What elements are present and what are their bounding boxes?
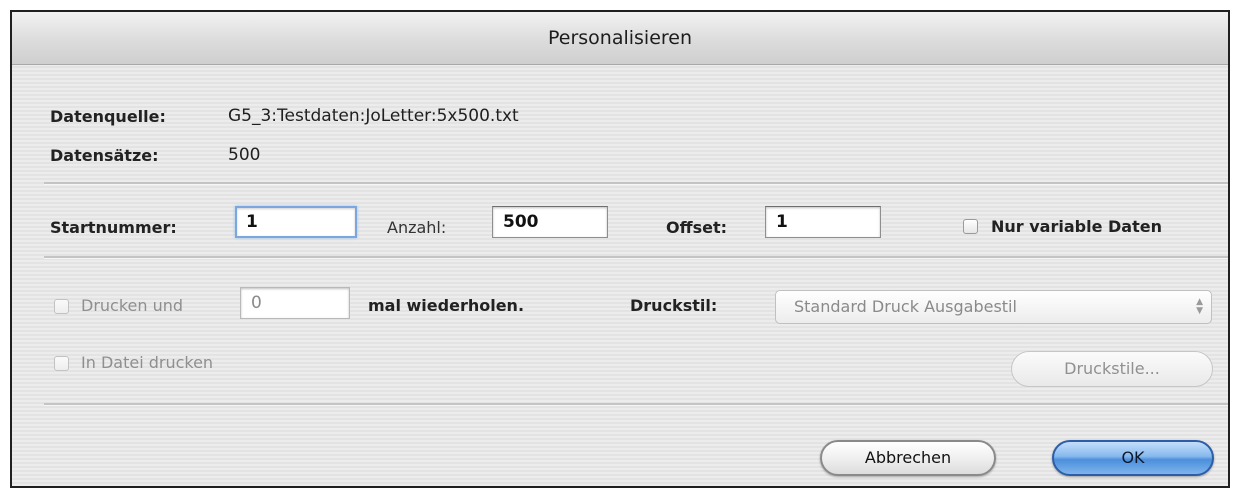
- startnummer-field[interactable]: 1: [235, 206, 357, 238]
- datensaetze-label: Datensätze:: [50, 146, 159, 165]
- nur-variable-label[interactable]: Nur variable Daten: [991, 217, 1162, 236]
- datenquelle-value: G5_3:Testdaten:JoLetter:5x500.txt: [228, 106, 519, 126]
- druckstil-label: Druckstil:: [630, 296, 718, 315]
- anzahl-field[interactable]: 500: [492, 206, 608, 238]
- ok-button[interactable]: OK: [1052, 440, 1214, 476]
- druckstil-selected: Standard Druck Ausgabestil: [794, 297, 1017, 316]
- wiederholen-label: mal wiederholen.: [368, 296, 525, 315]
- separator-bottom: [44, 403, 1228, 406]
- in-datei-label[interactable]: In Datei drucken: [81, 353, 213, 372]
- druckstile-button[interactable]: Druckstile...: [1011, 351, 1213, 387]
- offset-field[interactable]: 1: [765, 206, 881, 238]
- datensaetze-value: 500: [228, 145, 261, 165]
- offset-label: Offset:: [666, 218, 727, 237]
- anzahl-label: Anzahl:: [387, 218, 447, 237]
- personalisieren-dialog: Personalisieren Datenquelle: G5_3:Testda…: [10, 10, 1230, 488]
- drucken-und-checkbox[interactable]: [54, 299, 69, 314]
- startnummer-label: Startnummer:: [50, 218, 177, 237]
- title-bar[interactable]: Personalisieren: [12, 12, 1228, 65]
- wiederholen-field[interactable]: 0: [240, 287, 350, 319]
- drucken-und-label[interactable]: Drucken und: [81, 296, 183, 315]
- druckstil-popup[interactable]: Standard Druck Ausgabestil ▲ ▼: [775, 290, 1212, 324]
- cancel-button[interactable]: Abbrechen: [820, 440, 996, 476]
- in-datei-checkbox[interactable]: [54, 356, 69, 371]
- separator-top: [44, 182, 1228, 185]
- separator-middle: [44, 256, 1228, 259]
- nur-variable-checkbox[interactable]: [963, 219, 978, 234]
- dialog-title: Personalisieren: [547, 27, 693, 49]
- up-down-arrows-icon: ▲ ▼: [1196, 297, 1203, 316]
- datenquelle-label: Datenquelle:: [50, 107, 166, 126]
